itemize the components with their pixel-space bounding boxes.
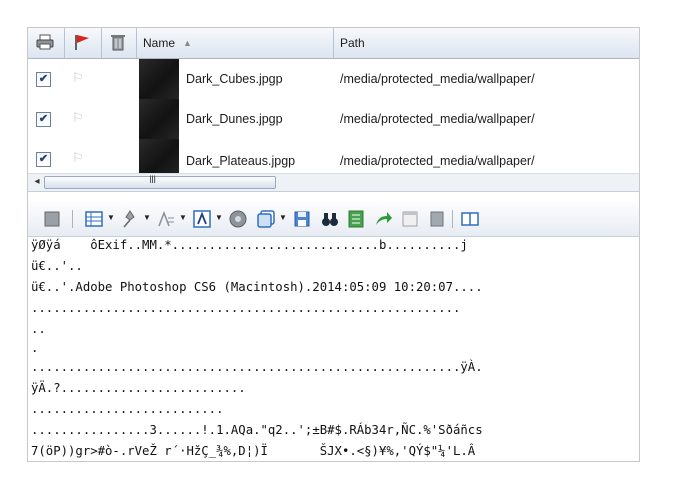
- file-name: Dark_Dunes.jpgp: [186, 112, 283, 126]
- printer-icon: [36, 34, 54, 50]
- row-checkbox[interactable]: ✔: [36, 112, 51, 127]
- calendar-icon[interactable]: [400, 209, 420, 229]
- dropdown-arrow-icon[interactable]: ▼: [179, 213, 187, 222]
- file-row[interactable]: ✔ ⚐ Dark_Cubes.jpgp /media/protected_med…: [28, 59, 639, 99]
- export-arrow-icon[interactable]: [373, 209, 393, 229]
- column-path-label: Path: [340, 36, 365, 50]
- column-header: Name ▲ Path: [28, 28, 639, 59]
- file-path: /media/protected_media/wallpaper/: [340, 154, 535, 168]
- horizontal-scrollbar[interactable]: ◂ III: [28, 173, 639, 192]
- content-line: ÿØÿá ôExif..MM.*........................…: [31, 238, 468, 252]
- thumbnail-image: [139, 139, 179, 173]
- file-path: /media/protected_media/wallpaper/: [340, 72, 535, 86]
- content-line: ü€..'.Adobe Photoshop CS6 (Macintosh).20…: [31, 280, 483, 294]
- font-icon[interactable]: [192, 209, 212, 229]
- column-name-label: Name: [143, 36, 176, 50]
- viewer-toolbar: ▼ ▼ ▼ ▼ ▼: [28, 202, 639, 237]
- dropdown-arrow-icon[interactable]: ▼: [215, 213, 223, 222]
- sort-ascending-icon: ▲: [183, 38, 192, 48]
- file-content-view[interactable]: ÿØÿá ôExif..MM.*........................…: [31, 238, 637, 460]
- content-line: ü€..'..: [31, 259, 83, 273]
- content-line: .: [31, 341, 39, 355]
- content-line: ..........................: [31, 402, 224, 416]
- content-line: ÿÄ.?.........................: [31, 381, 246, 395]
- bookmark-page-icon[interactable]: [427, 209, 447, 229]
- binoculars-icon[interactable]: [320, 209, 340, 229]
- save-icon[interactable]: [292, 209, 312, 229]
- column-name[interactable]: Name ▲: [136, 28, 334, 58]
- red-flag-icon: [75, 35, 89, 50]
- file-row[interactable]: ✔ ⚐ Dark_Dunes.jpgp /media/protected_med…: [28, 99, 639, 139]
- dropdown-arrow-icon[interactable]: ▼: [143, 213, 151, 222]
- content-line: ..: [31, 322, 46, 336]
- trash-icon: [111, 35, 125, 51]
- list-document-icon[interactable]: [346, 209, 366, 229]
- file-row[interactable]: ✔ ⚐ Dark_Plateaus.jpgp /media/protected_…: [28, 139, 639, 173]
- settings-gear-icon[interactable]: [228, 209, 248, 229]
- file-name: Dark_Cubes.jpgp: [186, 72, 283, 86]
- split-view-icon[interactable]: [460, 209, 480, 229]
- file-path: /media/protected_media/wallpaper/: [340, 112, 535, 126]
- content-line: ........................................…: [31, 301, 461, 315]
- scroll-left-icon[interactable]: ◂: [31, 175, 43, 189]
- scrollbar-grip: III: [149, 174, 156, 186]
- column-flag[interactable]: [64, 28, 102, 58]
- thumbnail-image: [139, 59, 179, 99]
- content-line: ........................................…: [31, 360, 483, 374]
- flag-outline-icon[interactable]: ⚐: [72, 110, 84, 126]
- page-icon[interactable]: [42, 209, 62, 229]
- toolbar-separator: [72, 210, 73, 228]
- column-delete[interactable]: [101, 28, 137, 58]
- file-browser-panel: Name ▲ Path ✔ ⚐ Dark_Cubes.jpgp /media/p…: [27, 27, 640, 462]
- file-name: Dark_Plateaus.jpgp: [186, 154, 296, 168]
- text-direction-icon[interactable]: [156, 209, 176, 229]
- content-line: 7(öP))gr>#ò-.rVeŽ r´·HžÇ_¾%,D¦)Ï ŠJX•.<§…: [31, 444, 476, 458]
- row-checkbox[interactable]: ✔: [36, 72, 51, 87]
- column-path[interactable]: Path: [333, 28, 639, 58]
- row-checkbox[interactable]: ✔: [36, 152, 51, 167]
- dropdown-arrow-icon[interactable]: ▼: [107, 213, 115, 222]
- flag-outline-icon[interactable]: ⚐: [72, 70, 84, 86]
- thumbnail-image: [139, 99, 179, 139]
- pin-icon[interactable]: [120, 209, 140, 229]
- copy-window-icon[interactable]: [256, 209, 276, 229]
- dropdown-arrow-icon[interactable]: ▼: [279, 213, 287, 222]
- flag-outline-icon[interactable]: ⚐: [72, 150, 84, 166]
- toolbar-separator: [452, 210, 453, 228]
- content-line: ................3......!.1.AQa."q2..';±B…: [31, 423, 483, 437]
- scrollbar-thumb[interactable]: III: [44, 174, 276, 189]
- grid-view-icon[interactable]: [84, 209, 104, 229]
- column-print[interactable]: [28, 28, 65, 58]
